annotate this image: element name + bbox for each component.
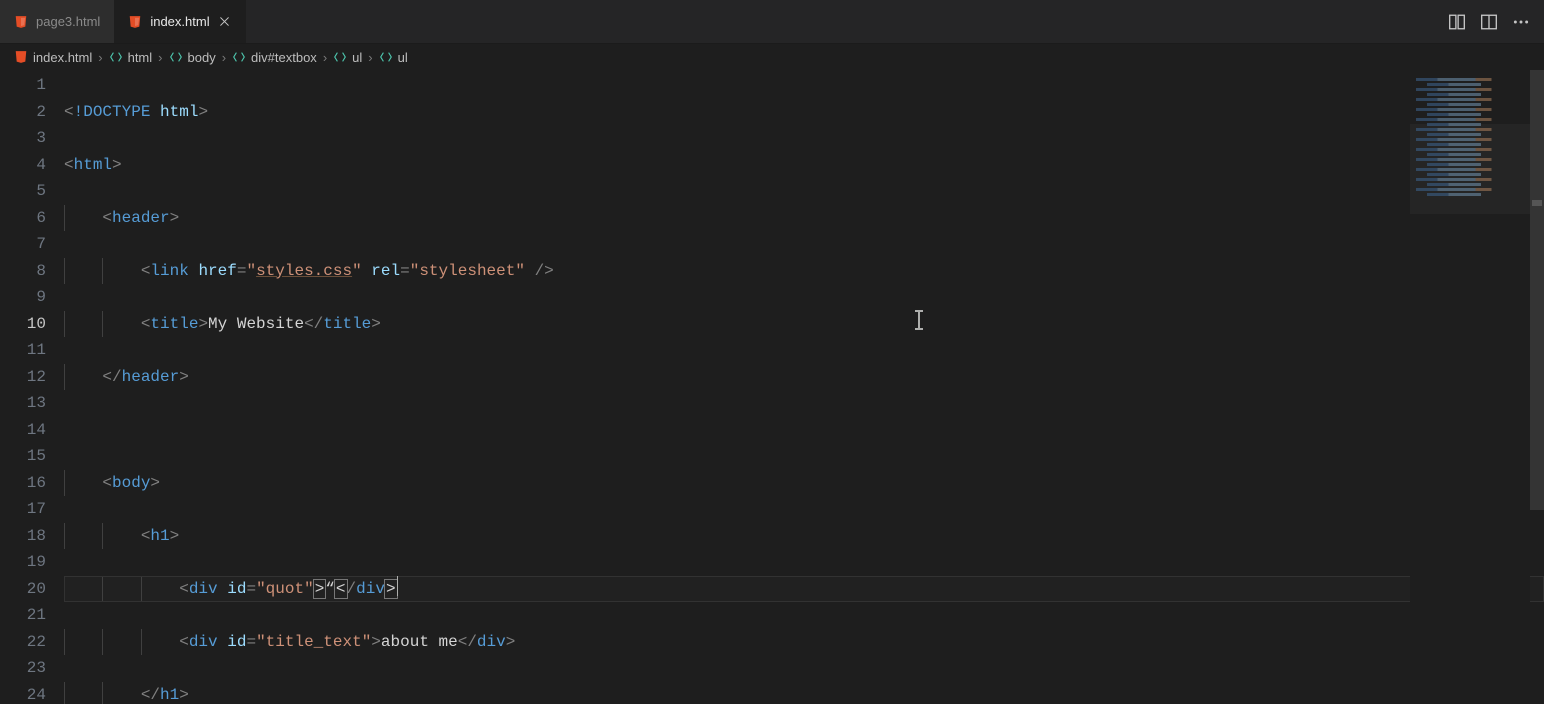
crumb-div-textbox[interactable]: div#textbox [232, 50, 317, 65]
crumb-label: div#textbox [251, 50, 317, 65]
scrollbar-thumb[interactable] [1530, 70, 1544, 510]
code-area[interactable]: <!DOCTYPE html> <html> <header> <link hr… [64, 70, 1544, 704]
line-number: 12 [0, 364, 46, 391]
code-line-current[interactable]: <div id="quot">“</div> [64, 576, 1544, 603]
line-number: 1 [0, 72, 46, 99]
vertical-scrollbar[interactable] [1530, 70, 1544, 700]
line-number: 19 [0, 549, 46, 576]
crumb-html[interactable]: html [109, 50, 153, 65]
line-number: 7 [0, 231, 46, 258]
code-line[interactable]: <title>My Website</title> [64, 311, 1544, 338]
html5-icon [14, 14, 28, 30]
code-line[interactable]: <!DOCTYPE html> [64, 99, 1544, 126]
crumb-label: index.html [33, 50, 92, 65]
tab-label: index.html [150, 14, 209, 29]
more-icon[interactable] [1512, 13, 1530, 31]
line-number: 3 [0, 125, 46, 152]
crumb-label: html [128, 50, 153, 65]
crumb-ul-2[interactable]: ul [379, 50, 408, 65]
html5-icon [14, 50, 28, 64]
line-number: 5 [0, 178, 46, 205]
code-line[interactable]: <h1> [64, 523, 1544, 550]
html5-icon [128, 14, 142, 30]
line-number-gutter: 1 2 3 4 5 6 7 8 9 10 11 12 13 14 15 16 1… [0, 70, 64, 704]
text-cursor [397, 576, 398, 596]
code-line[interactable]: </header> [64, 364, 1544, 391]
line-number: 2 [0, 99, 46, 126]
editor[interactable]: 1 2 3 4 5 6 7 8 9 10 11 12 13 14 15 16 1… [0, 70, 1544, 704]
chevron-right-icon: › [368, 50, 372, 65]
code-line[interactable] [64, 417, 1544, 444]
symbol-field-icon [109, 50, 123, 64]
symbol-field-icon [232, 50, 246, 64]
line-number: 16 [0, 470, 46, 497]
line-number: 13 [0, 390, 46, 417]
line-number: 24 [0, 682, 46, 704]
overview-ruler-mark [1532, 200, 1542, 206]
chevron-right-icon: › [323, 50, 327, 65]
chevron-right-icon: › [98, 50, 102, 65]
line-number: 4 [0, 152, 46, 179]
line-number: 11 [0, 337, 46, 364]
crumb-label: ul [398, 50, 408, 65]
split-vertical-icon[interactable] [1480, 13, 1498, 31]
line-number: 22 [0, 629, 46, 656]
line-number: 18 [0, 523, 46, 550]
crumb-label: ul [352, 50, 362, 65]
compare-icon[interactable] [1448, 13, 1466, 31]
code-line[interactable]: <link href="styles.css" rel="stylesheet"… [64, 258, 1544, 285]
code-line[interactable]: <html> [64, 152, 1544, 179]
line-number: 23 [0, 655, 46, 682]
line-number: 10 [0, 311, 46, 338]
line-number: 20 [0, 576, 46, 603]
crumb-body[interactable]: body [169, 50, 216, 65]
line-number: 15 [0, 443, 46, 470]
chevron-right-icon: › [222, 50, 226, 65]
crumb-label: body [188, 50, 216, 65]
tab-index[interactable]: index.html [114, 0, 245, 43]
tab-page3[interactable]: page3.html [0, 0, 114, 43]
symbol-field-icon [169, 50, 183, 64]
symbol-field-icon [379, 50, 393, 64]
code-line[interactable]: <div id="title_text">about me</div> [64, 629, 1544, 656]
line-number: 17 [0, 496, 46, 523]
tab-label: page3.html [36, 14, 100, 29]
breadcrumb: index.html › html › body › div#textbox ›… [0, 44, 1544, 70]
line-number: 8 [0, 258, 46, 285]
code-line[interactable]: </h1> [64, 682, 1544, 704]
line-number: 21 [0, 602, 46, 629]
line-number: 6 [0, 205, 46, 232]
line-number: 14 [0, 417, 46, 444]
chevron-right-icon: › [158, 50, 162, 65]
crumb-ul-1[interactable]: ul [333, 50, 362, 65]
code-line[interactable]: <body> [64, 470, 1544, 497]
code-line[interactable]: <header> [64, 205, 1544, 232]
symbol-field-icon [333, 50, 347, 64]
tab-bar: page3.html index.html [0, 0, 1544, 44]
crumb-file[interactable]: index.html [14, 50, 92, 65]
close-icon[interactable] [218, 15, 232, 29]
minimap[interactable] [1410, 74, 1530, 694]
tab-actions [1448, 0, 1544, 43]
line-number: 9 [0, 284, 46, 311]
